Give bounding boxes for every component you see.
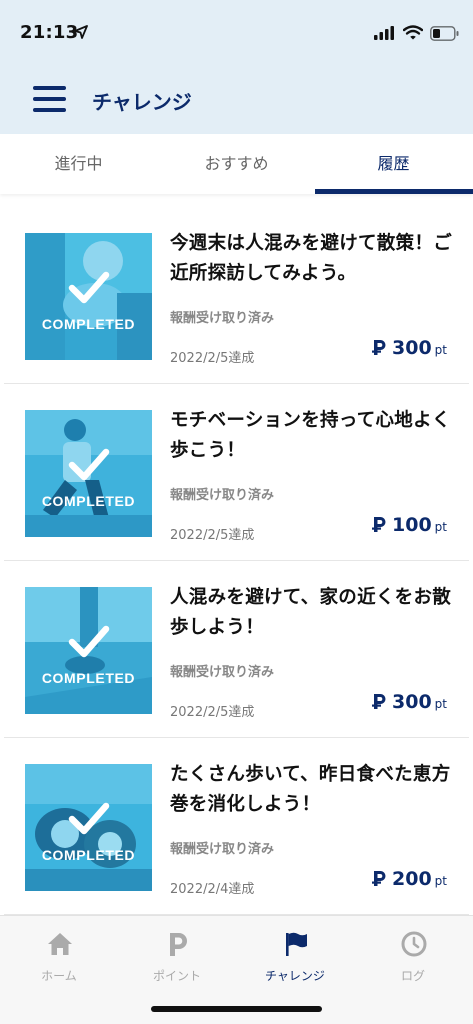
challenge-thumbnail: COMPLETED [25, 410, 152, 537]
point-icon [170, 933, 187, 956]
reward-points: 300 pt [372, 691, 447, 713]
completion-date: 2022/2/5達成 [170, 705, 255, 720]
tab-in-progress[interactable]: 進行中 [0, 134, 157, 194]
checkmark-icon [68, 448, 110, 481]
challenge-title: モチベーションを持って心地よく歩こう！ [170, 410, 451, 461]
reward-status: 報酬受け取り済み [170, 842, 275, 857]
completed-label: COMPLETED [41, 670, 136, 686]
reward-points: 100 pt [372, 514, 447, 536]
challenge-list: COMPLETED 今週末は人混みを避けて散策！ご近所探訪してみよう。 報酬受け… [0, 207, 473, 915]
cellular-signal-icon [374, 26, 394, 40]
wifi-icon [403, 25, 423, 40]
tabbar-log-label: ログ [400, 969, 425, 983]
status-bar: 21:13 [0, 0, 473, 66]
completed-label: COMPLETED [41, 316, 136, 332]
active-tab-indicator [315, 189, 473, 194]
points-value: 200 [392, 868, 432, 890]
reward-points: 300 pt [372, 337, 447, 359]
points-unit: pt [434, 697, 447, 711]
hamburger-menu-icon[interactable] [33, 86, 67, 112]
location-arrow-icon [74, 25, 88, 39]
reward-points: 200 pt [372, 868, 447, 890]
flag-icon [286, 932, 307, 956]
home-indicator [151, 1006, 322, 1012]
points-value: 300 [392, 337, 432, 359]
point-icon [372, 340, 386, 355]
points-unit: pt [434, 520, 447, 534]
point-icon [372, 871, 386, 886]
points-unit: pt [434, 874, 447, 888]
completion-date: 2022/2/5達成 [170, 351, 255, 366]
clock-icon [401, 931, 427, 957]
tabbar-home-label: ホーム [41, 969, 77, 983]
tabbar-point-label: ポイント [152, 969, 201, 983]
points-value: 100 [392, 514, 432, 536]
points-unit: pt [434, 343, 447, 357]
home-icon [48, 933, 72, 955]
challenge-card[interactable]: COMPLETED モチベーションを持って心地よく歩こう！ 報酬受け取り済み 2… [4, 384, 469, 561]
battery-icon [430, 26, 459, 41]
tabbar-home[interactable]: ホーム [0, 926, 118, 986]
challenge-thumbnail: COMPLETED [25, 587, 152, 714]
challenge-card[interactable]: COMPLETED たくさん歩いて、昨日食べた恵方巻を消化しよう！ 報酬受け取り… [4, 738, 469, 915]
reward-status: 報酬受け取り済み [170, 665, 275, 680]
challenge-title: 人混みを避けて、家の近くをお散歩しよう！ [170, 587, 452, 638]
reward-status: 報酬受け取り済み [170, 311, 275, 326]
challenge-title: たくさん歩いて、昨日食べた恵方巻を消化しよう！ [170, 764, 451, 815]
challenge-thumbnail: COMPLETED [25, 233, 152, 360]
points-value: 300 [392, 691, 432, 713]
completed-label: COMPLETED [41, 847, 136, 863]
point-icon [372, 694, 386, 709]
challenge-title: 今週末は人混みを避けて散策！ご近所探訪してみよう。 [170, 233, 453, 284]
tab-bar-top: 進行中 おすすめ 履歴 [0, 134, 473, 194]
challenge-thumbnail: COMPLETED [25, 764, 152, 891]
completion-date: 2022/2/5達成 [170, 528, 255, 543]
checkmark-icon [68, 625, 110, 658]
tabbar-log[interactable]: ログ [354, 926, 472, 986]
challenge-card[interactable]: COMPLETED 今週末は人混みを避けて散策！ご近所探訪してみよう。 報酬受け… [4, 207, 469, 384]
checkmark-icon [68, 271, 110, 304]
completion-date: 2022/2/4達成 [170, 882, 255, 897]
page-title: チャレンジ [92, 90, 192, 114]
tab-recommended[interactable]: おすすめ [158, 134, 315, 194]
reward-status: 報酬受け取り済み [170, 488, 275, 503]
top-navigation: チャレンジ [0, 66, 473, 134]
completed-label: COMPLETED [41, 493, 136, 509]
status-time: 21:13 [20, 22, 79, 43]
tabbar-challenge-label: チャレンジ [265, 969, 325, 983]
tabbar-point[interactable]: ポイント [118, 926, 236, 986]
tab-history[interactable]: 履歴 [315, 134, 472, 194]
tabbar-challenge[interactable]: チャレンジ [236, 926, 354, 986]
checkmark-icon [68, 802, 110, 835]
point-icon [372, 517, 386, 532]
challenge-card[interactable]: COMPLETED 人混みを避けて、家の近くをお散歩しよう！ 報酬受け取り済み … [4, 561, 469, 738]
